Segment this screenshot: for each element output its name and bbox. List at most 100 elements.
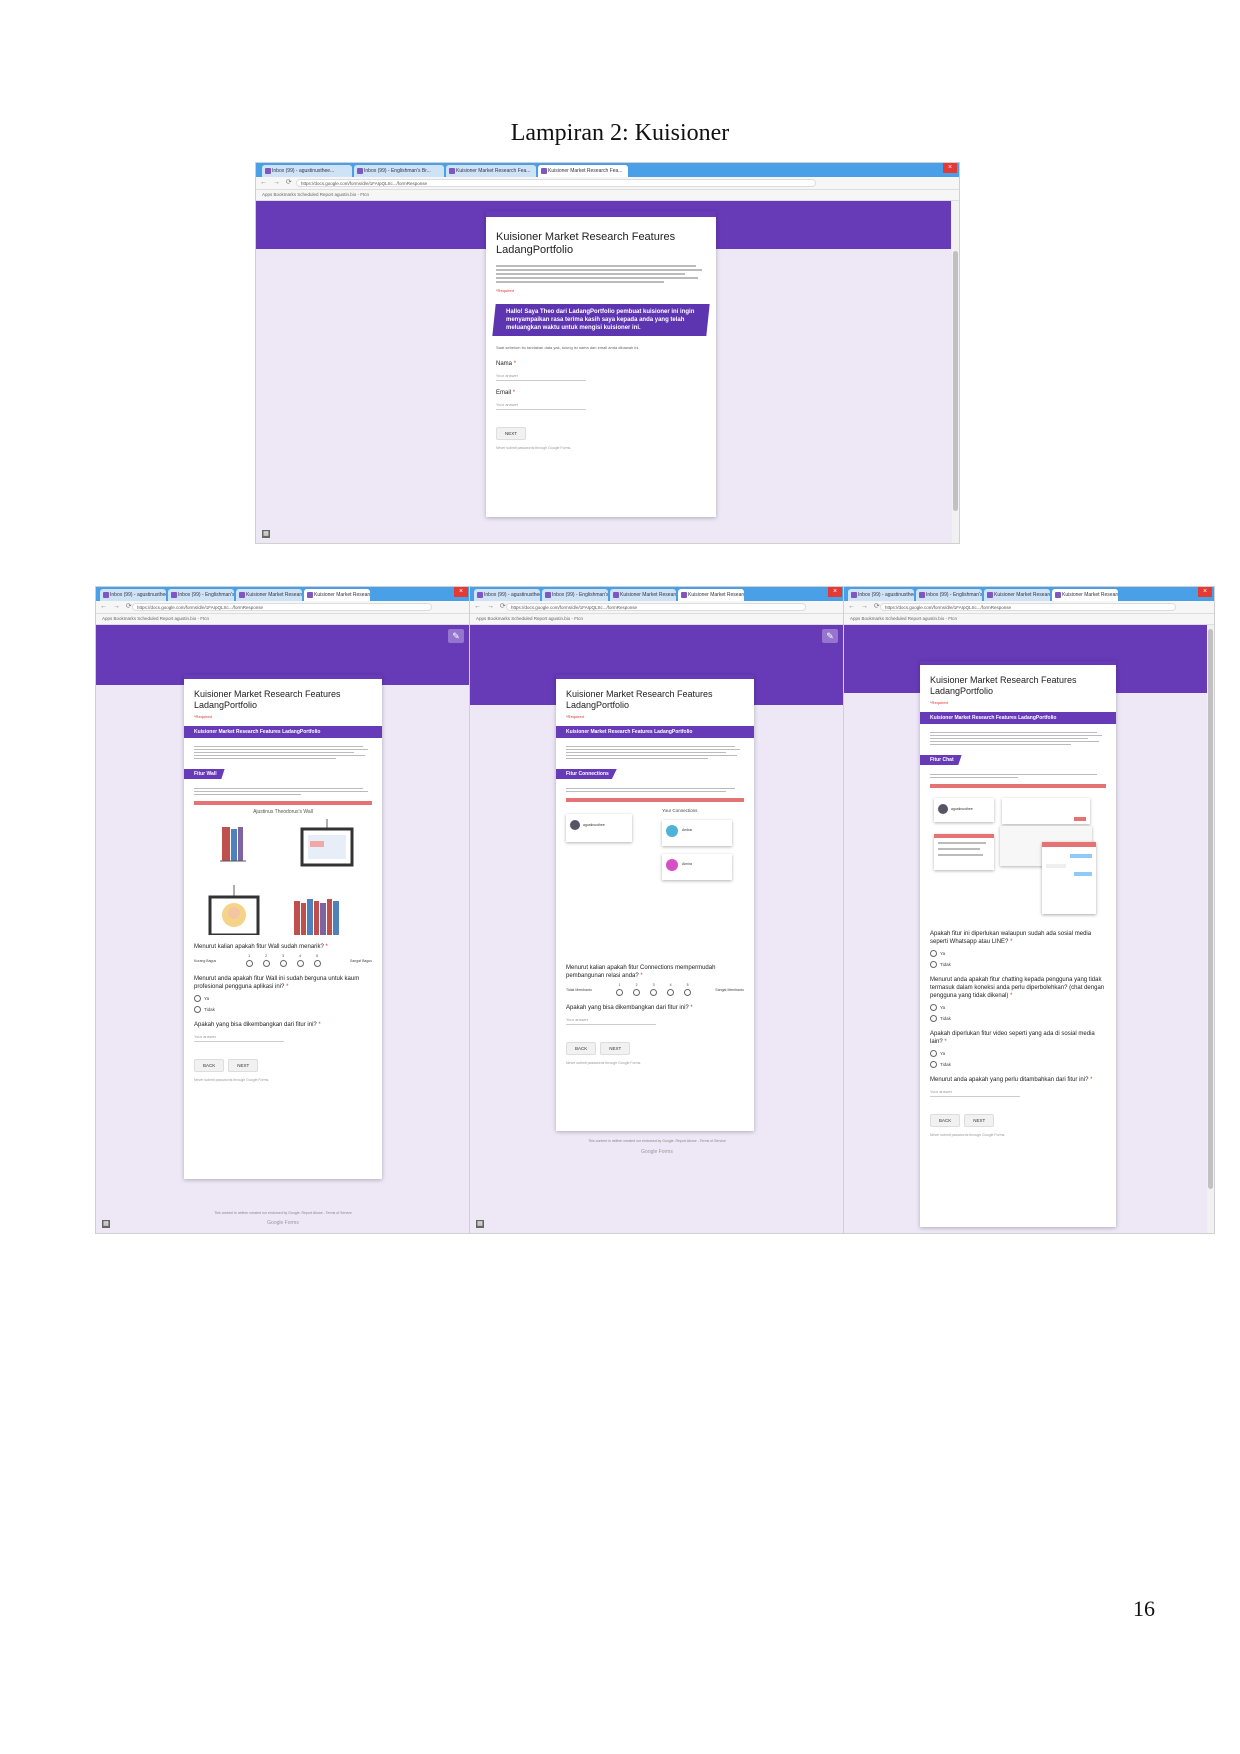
radio-button[interactable] [930, 1061, 937, 1068]
grid-icon[interactable]: ▦ [102, 1220, 110, 1228]
browser-tab[interactable]: Inbox (99) - Englishman's Br... [916, 589, 982, 601]
browser-tab-active[interactable]: Kuisioner Market Research Fea... [304, 589, 370, 601]
back-button[interactable]: BACK [566, 1042, 597, 1055]
browser-tab[interactable]: Inbox (99) - agustinusthee... [262, 165, 352, 177]
scrollbar[interactable] [1207, 625, 1214, 1233]
rating-radio[interactable] [633, 989, 641, 996]
browser-tab-active[interactable]: Kuisioner Market Research Fea... [538, 165, 628, 177]
nav-arrows-icon[interactable]: ← → ⟳ [100, 602, 134, 610]
option-yes[interactable]: Ya [920, 1046, 1116, 1057]
nama-input[interactable]: Your answer [496, 373, 586, 381]
browser-tab[interactable]: Kuisioner Market Research Fea... [610, 589, 676, 601]
rating-radio[interactable] [313, 960, 321, 967]
rating-radio[interactable] [616, 989, 624, 996]
grid-icon[interactable]: ▦ [476, 1220, 484, 1228]
app-navbar [930, 784, 1106, 788]
nav-arrows-icon[interactable]: ← → ⟳ [848, 602, 882, 610]
edit-icon[interactable]: ✎ [822, 629, 838, 643]
browser-tab[interactable]: Inbox (99) - agustinusthee... [474, 589, 540, 601]
option-no[interactable]: Tidak [920, 1057, 1116, 1068]
browser-tab[interactable]: Inbox (99) - Englishman's Br... [354, 165, 444, 177]
forms-icon [1055, 592, 1061, 598]
radio-button[interactable] [930, 1015, 937, 1022]
url-field[interactable]: https://docs.google.com/forms/d/e/1FAIpQ… [506, 603, 806, 611]
wall-answer-input[interactable]: Your answer [194, 1034, 284, 1042]
footer-text: This content is neither created nor endo… [214, 1211, 352, 1215]
rating-radio[interactable] [684, 989, 692, 996]
next-button[interactable]: NEXT [600, 1042, 631, 1055]
option-yes[interactable]: Ya [920, 1000, 1116, 1011]
browser-tab-active[interactable]: Kuisioner Market Research Fea... [1052, 589, 1118, 601]
option-no[interactable]: Tidak [920, 957, 1116, 968]
next-button[interactable]: NEXT [496, 427, 527, 440]
option-yes[interactable]: Ya [920, 946, 1116, 957]
gmail-icon [545, 592, 551, 598]
browser-tab-active[interactable]: Kuisioner Market Research Fea... [678, 589, 744, 601]
scrollbar[interactable] [952, 201, 959, 543]
back-button[interactable]: BACK [194, 1059, 225, 1072]
edit-icon[interactable]: ✎ [448, 629, 464, 643]
wall-question-2: Menurut anda apakah fitur Wall ini sudah… [194, 976, 360, 990]
browser-tab[interactable]: Inbox (99) - Englishman's Br... [542, 589, 608, 601]
rating-radio[interactable] [262, 960, 270, 967]
nav-arrows-icon[interactable]: ← → ⟳ [260, 178, 294, 186]
browser-tab[interactable]: Inbox (99) - Englishman's Br... [168, 589, 234, 601]
grid-icon[interactable]: ▦ [262, 530, 270, 538]
browser-tab[interactable]: Kuisioner Market Research Fea... [446, 165, 536, 177]
url-field[interactable]: https://docs.google.com/forms/d/e/1FAIpQ… [296, 179, 816, 187]
radio-button[interactable] [930, 950, 937, 957]
next-button[interactable]: NEXT [964, 1114, 995, 1127]
option-no[interactable]: Tidak [920, 1011, 1116, 1022]
bookmarks-bar[interactable]: Apps Bookmarks Scheduled Report agustin.… [844, 614, 1214, 625]
google-forms-logo: Google Forms [267, 1220, 299, 1226]
back-button[interactable]: BACK [930, 1114, 961, 1127]
page-viewport: ✎ Kuisioner Market Research Features Lad… [96, 625, 470, 1233]
option-no[interactable]: Tidak [184, 1002, 382, 1013]
screenshot-fitur-connections: Inbox (99) - agustinusthee... Inbox (99)… [470, 587, 844, 1233]
close-icon[interactable]: × [454, 587, 468, 597]
connections-answer-input[interactable]: Your answer [566, 1017, 656, 1025]
rating-radio[interactable] [279, 960, 287, 967]
radio-button[interactable] [930, 1004, 937, 1011]
browser-tab[interactable]: Kuisioner Market Research Fea... [236, 589, 302, 601]
form-title: Kuisioner Market Research Features Ladan… [930, 675, 1077, 696]
radio-button[interactable] [194, 1006, 201, 1013]
form-description [486, 257, 716, 283]
rating-radio[interactable] [667, 989, 675, 996]
browser-tabbar: Inbox (99) - agustinusthee... Inbox (99)… [470, 587, 844, 601]
rating-radio[interactable] [650, 989, 658, 996]
next-button[interactable]: NEXT [228, 1059, 259, 1072]
close-icon[interactable]: × [1198, 587, 1212, 597]
gmail-icon [919, 592, 925, 598]
radio-button[interactable] [194, 995, 201, 1002]
feature-description [184, 780, 382, 795]
option-yes[interactable]: Ya [184, 991, 382, 1002]
url-field[interactable]: https://docs.google.com/forms/d/e/1FAIpQ… [880, 603, 1176, 611]
browser-tab[interactable]: Kuisioner Market Research Fea... [984, 589, 1050, 601]
radio-button[interactable] [930, 961, 937, 968]
chat-answer-input[interactable]: Your answer [930, 1089, 1020, 1097]
form-card: Kuisioner Market Research Features Ladan… [556, 675, 754, 1131]
browser-tab[interactable]: Inbox (99) - agustinusthee... [848, 589, 914, 601]
section-header: Kuisioner Market Research Features Ladan… [556, 726, 754, 738]
url-field[interactable]: https://docs.google.com/forms/d/e/1FAIpQ… [132, 603, 432, 611]
connection-card[interactable]: Almira [662, 854, 732, 880]
bookmarks-bar[interactable]: Apps Bookmarks Scheduled Report agustin.… [96, 614, 470, 625]
close-icon[interactable]: × [828, 587, 842, 597]
radio-button[interactable] [930, 1050, 937, 1057]
close-icon[interactable]: × [943, 163, 957, 173]
email-input[interactable]: Your answer [496, 402, 586, 410]
rating-radio[interactable] [296, 960, 304, 967]
section-tag: Fitur Chat [920, 755, 962, 765]
rating-radio[interactable] [245, 960, 253, 967]
browser-tab[interactable]: Inbox (99) - agustinusthee... [100, 589, 166, 601]
email-question: Email * [496, 390, 516, 396]
gmail-icon [103, 592, 109, 598]
wall-illustration [208, 819, 354, 935]
nav-arrows-icon[interactable]: ← → ⟳ [474, 602, 508, 610]
password-note: Never submit passwords through Google Fo… [930, 1133, 1006, 1137]
bookmarks-bar[interactable]: Apps Bookmarks Scheduled Report agustin.… [256, 190, 959, 201]
required-note: *Required [566, 714, 584, 719]
connection-card[interactable]: Ambar [662, 820, 732, 846]
bookmarks-bar[interactable]: Apps Bookmarks Scheduled Report agustin.… [470, 614, 844, 625]
